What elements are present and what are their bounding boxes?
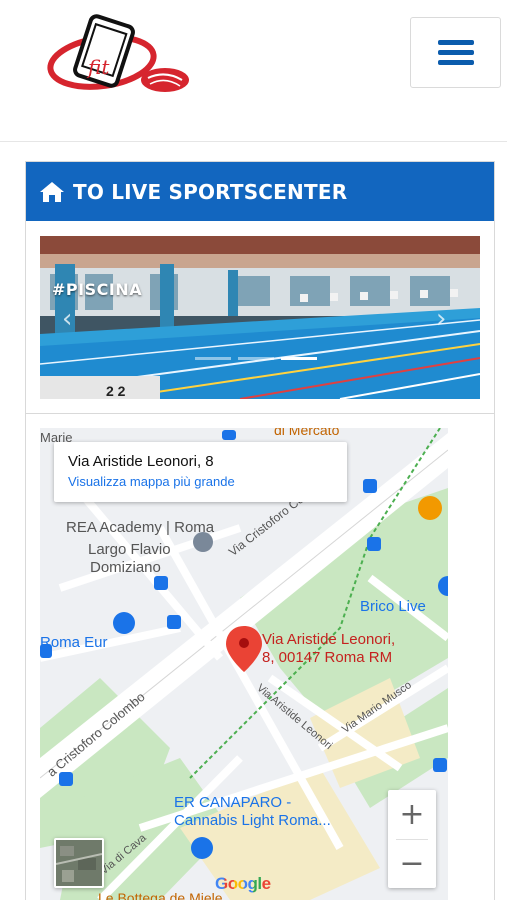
slider-indicators [195,357,317,360]
svg-text:2 2: 2 2 [106,383,126,399]
prev-slide-button[interactable]: ‹ [62,304,72,334]
map-label-rea: REA Academy | Roma [66,519,215,536]
google-map[interactable]: Marie di Mercato REA Academy | Roma Larg… [40,428,448,900]
fit-logo[interactable]: fit [44,12,194,100]
map-label-brico: Brico Live [360,598,426,615]
card-title-bar: TO LIVE SPORTSCENTER [26,162,494,221]
map-label-canaparo: ER CANAPARO - [174,794,292,811]
photo-slider[interactable]: 2 2 #PISCINA ‹ › [40,236,480,399]
menu-button[interactable] [410,17,501,88]
map-label-roma-eur: Roma Eur [40,634,108,651]
zoom-in-button[interactable]: + [388,790,436,839]
slide-indicator[interactable] [195,357,231,360]
google-logo: Google [215,874,271,894]
zoom-out-button[interactable]: − [388,839,436,888]
map-info-box: Via Aristide Leonori, 8 Visualizza mappa… [54,442,347,502]
satellite-toggle[interactable] [54,838,104,888]
card-title: TO LIVE SPORTSCENTER [73,179,348,204]
home-icon [40,181,64,202]
next-slide-button[interactable]: › [436,304,446,334]
map-label-mercato: di Mercato [274,428,340,438]
google-wordmark: Google [215,874,271,893]
map-pin-label-line1: Via Aristide Leonori, [262,631,396,648]
map-label-canaparo-sub: Cannabis Light Roma... [174,812,331,829]
hamburger-icon [437,35,474,70]
map-label-largo: Largo Flavio [88,541,171,558]
sportscenter-card: TO LIVE SPORTSCENTER 2 2 #PISCINA ‹ › [25,161,495,414]
map-section: Marie di Mercato REA Academy | Roma Larg… [25,414,495,900]
info-address: Via Aristide Leonori, 8 [68,453,214,470]
slide-indicator-active[interactable] [281,357,317,360]
site-header: fit [0,0,507,142]
slide-indicator[interactable] [238,357,274,360]
map-label-bottega: Le Bottega de Miele [98,890,223,900]
zoom-controls: + − [388,790,436,888]
slide-label: #PISCINA [52,280,143,299]
map-pin-label-line2: 8, 00147 Roma RM [262,649,393,666]
pool-photo: 2 2 [40,236,480,399]
logo-text: fit [86,55,110,79]
larger-map-link[interactable]: Visualizza mappa più grande [68,474,333,489]
map-label-domiziano: Domiziano [90,559,161,576]
